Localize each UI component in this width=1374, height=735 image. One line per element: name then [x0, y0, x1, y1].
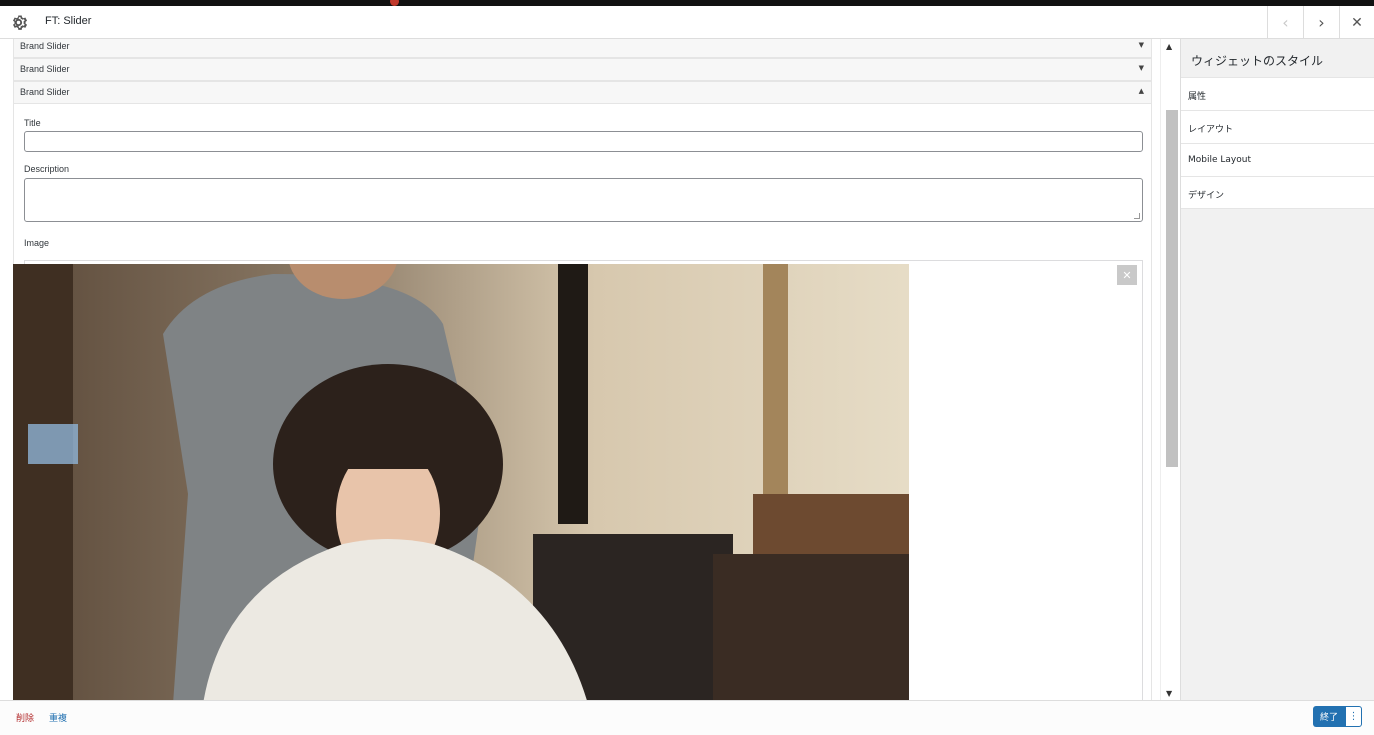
selected-image-preview[interactable] — [13, 264, 909, 700]
sidebar-heading: ウィジェットのスタイル — [1181, 39, 1374, 77]
widget-form-area: Brand Slider ▼ Brand Slider ▼ Brand Slid… — [0, 39, 1160, 700]
sidebar-item-label: Mobile Layout — [1188, 155, 1251, 165]
modal-titlebar: FT: Slider ‹ › ✕ — [0, 6, 1374, 39]
description-label: Description — [24, 164, 70, 174]
chevron-down-icon: ▼ — [1138, 41, 1144, 49]
chevron-down-icon: ▼ — [1138, 64, 1144, 72]
image-label: Image — [24, 238, 50, 248]
sidebar-item-mobile-layout[interactable]: Mobile Layout — [1181, 143, 1374, 176]
widget-accordion-2[interactable]: Brand Slider ▼ — [13, 58, 1152, 81]
previous-widget-button[interactable]: ‹ — [1267, 6, 1303, 39]
widget-edit-modal: FT: Slider ‹ › ✕ Brand Slider ▼ Brand Sl… — [0, 6, 1374, 735]
close-icon: ✕ — [1351, 14, 1363, 31]
sidebar-item-label: 属性 — [1188, 92, 1207, 102]
sidebar-item-attributes[interactable]: 属性 — [1181, 77, 1374, 110]
title-label: Title — [24, 118, 41, 128]
close-icon: ✕ — [1122, 268, 1132, 282]
modal-title: FT: Slider — [45, 15, 92, 27]
more-options-button[interactable]: ⋮ — [1345, 706, 1362, 727]
chevron-right-icon: › — [1318, 13, 1325, 32]
chevron-up-icon: ▲ — [1138, 87, 1144, 95]
gear-icon — [12, 15, 28, 30]
done-button[interactable]: 終了 — [1313, 706, 1345, 727]
accordion-label: Brand Slider — [20, 87, 70, 97]
accordion-label: Brand Slider — [20, 64, 70, 74]
form-scrollbar[interactable]: ▲ ▼ — [1160, 39, 1180, 700]
sidebar-item-label: レイアウト — [1188, 125, 1234, 135]
widget-accordion-3[interactable]: Brand Slider ▲ — [13, 81, 1152, 104]
scroll-down-icon[interactable]: ▼ — [1166, 689, 1172, 698]
scroll-up-icon[interactable]: ▲ — [1166, 42, 1172, 51]
title-input[interactable] — [24, 131, 1143, 152]
widget-accordion-1[interactable]: Brand Slider ▼ — [13, 39, 1152, 58]
widget-styles-sidebar: ウィジェットのスタイル 属性 レイアウト Mobile Layout デザイン — [1180, 39, 1374, 700]
description-textarea[interactable] — [24, 178, 1143, 222]
resize-grip-icon[interactable] — [1134, 213, 1140, 219]
modal-footer: 削除 重複 終了 ⋮ — [0, 700, 1374, 735]
sidebar-heading-text: ウィジェットのスタイル — [1191, 54, 1324, 68]
next-widget-button[interactable]: › — [1303, 6, 1339, 39]
image-remove-button[interactable]: ✕ — [1117, 265, 1137, 285]
delete-link[interactable]: 削除 — [16, 711, 34, 724]
duplicate-link[interactable]: 重複 — [49, 711, 67, 724]
scrollbar-thumb[interactable] — [1166, 110, 1178, 467]
more-vertical-icon: ⋮ — [1348, 711, 1359, 722]
close-button[interactable]: ✕ — [1339, 6, 1374, 39]
accordion-label: Brand Slider — [20, 41, 70, 51]
sidebar-item-design[interactable]: デザイン — [1181, 176, 1374, 209]
sidebar-item-label: デザイン — [1188, 191, 1225, 201]
sidebar-item-layout[interactable]: レイアウト — [1181, 110, 1374, 143]
chevron-left-icon: ‹ — [1282, 13, 1289, 32]
